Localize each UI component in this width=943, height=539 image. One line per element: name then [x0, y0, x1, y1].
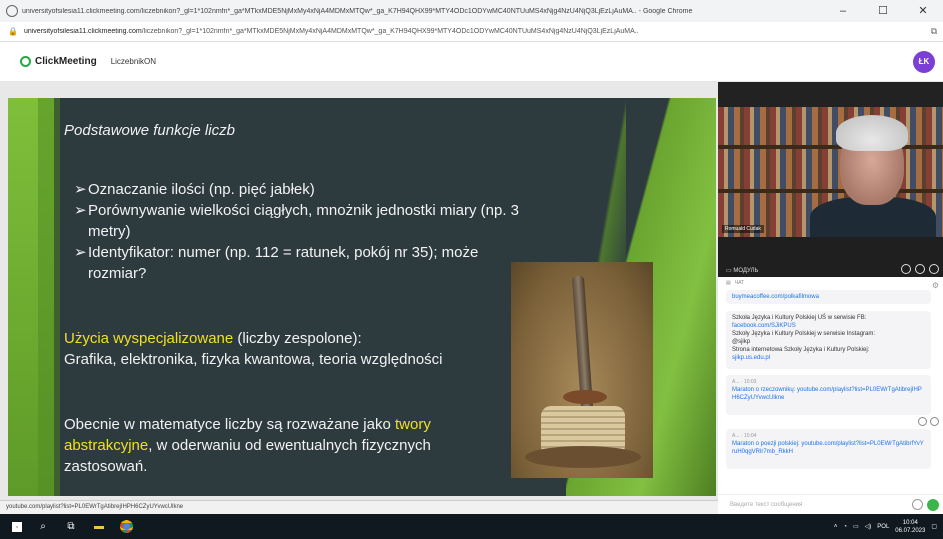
lock-icon: 🔒: [8, 27, 18, 36]
send-button[interactable]: [927, 499, 939, 511]
chat-settings-icon[interactable]: ⚙: [932, 279, 939, 292]
video-topbar: [718, 82, 943, 107]
presentation-slide: Podstawowe funkcje liczb ➢ Oznaczanie ilo…: [8, 98, 716, 496]
shelf-line: [718, 145, 943, 149]
slide-title: Podstawowe funkcje liczb: [64, 122, 235, 139]
chat-message: Szkoła Języka i Kultury Polskiej UŚ w se…: [726, 311, 931, 369]
chat-message: buymeacoffee.com/polkafilmowa: [726, 290, 931, 304]
chat-bubble-icon[interactable]: [901, 264, 911, 274]
chat-link[interactable]: Maraton o poezji polskiej: youtube.com/p…: [732, 440, 925, 456]
chrome-page-icon: [6, 5, 18, 17]
volume-icon[interactable]: ◁): [865, 523, 872, 530]
clock[interactable]: 10:04 06.07.2023: [895, 519, 925, 535]
special-line2-text: Grafika, elektronika, fizyka kwantowa, t…: [64, 351, 443, 368]
windows-taskbar: ⌕ ⧉ ▬ ˄ ◔ ▭ ◁) POL 10:04 06.07.2023 ▢: [0, 514, 943, 539]
browser-titlebar: universityofsilesia11.clickmeeting.com/l…: [0, 0, 943, 22]
video-icons: [901, 264, 939, 274]
chat-message: A... · 10:04 Maraton o poezji polskiej: …: [726, 429, 931, 469]
tray-chevron-icon[interactable]: ˄: [834, 524, 838, 530]
chat-meta: A... · 10:03: [732, 379, 757, 385]
chat-link[interactable]: buymeacoffee.com/polkafilmowa: [732, 294, 819, 300]
file-explorer-icon[interactable]: ▬: [92, 521, 106, 533]
language-indicator[interactable]: POL: [877, 524, 889, 530]
emoji-icon[interactable]: [912, 499, 923, 510]
module-button[interactable]: ▭ МОДУЛЬ: [726, 267, 759, 274]
search-icon[interactable]: ⌕: [36, 521, 50, 533]
photo-plate: [525, 446, 641, 468]
chat-text: Strona internetowa Szkoły Języka i Kultu…: [732, 347, 870, 353]
bullet-arrow-icon: ➢: [74, 244, 87, 261]
chat-meta: A... · 10:04: [732, 433, 757, 439]
highlight-text: Użycia wyspecjalizowane: [64, 330, 234, 347]
notifications-icon[interactable]: ▢: [931, 523, 937, 530]
bullet-text: Identyfikator: numer (np. 112 = ratunek,…: [88, 244, 479, 282]
chat-title: ЧАТ: [734, 280, 745, 286]
minimize-button[interactable]: –: [823, 0, 863, 22]
room-name: LiczebnikON: [110, 57, 157, 66]
windows-start-icon[interactable]: [12, 521, 22, 532]
chat-header: ▤ ЧАТ ⚙: [718, 277, 943, 290]
bullet-arrow-icon: ➢: [74, 202, 87, 219]
clock-date: 06.07.2023: [895, 527, 926, 534]
chat-text: @sjikp: [732, 339, 751, 345]
slide-bullet: ➢ Oznaczanie ilości (np. pięć jabłek): [74, 179, 534, 200]
clickmeeting-logo-icon: [20, 56, 31, 67]
slide-bullet: ➢ Porównywanie wielkości ciągłych, mnożni…: [74, 200, 534, 242]
fullscreen-icon[interactable]: [929, 264, 939, 274]
slide-bullet: ➢ Identyfikator: numer (np. 112 = ratunek…: [74, 242, 534, 284]
share-icon[interactable]: ⧉: [925, 26, 943, 37]
shelf-line: [718, 189, 943, 193]
chat-input-placeholder: Введите текст сообщения: [730, 502, 803, 508]
maximize-button[interactable]: ☐: [863, 0, 903, 22]
special-rest-text: (liczby zespolone):: [233, 330, 362, 347]
video-controls: ▭ МОДУЛЬ: [718, 237, 943, 277]
chat-panel: ▤ ЧАТ ⚙ buymeacoffee.com/polkafilmowa Sz…: [718, 277, 943, 514]
battery-icon[interactable]: ▭: [853, 523, 859, 530]
clickmeeting-header: ClickMeeting LiczebnikON ŁK: [0, 42, 943, 82]
clock-time: 10:04: [902, 519, 918, 526]
presenter-name: Romuald Cudak: [722, 225, 764, 233]
clickmeeting-logo: ClickMeeting: [20, 56, 97, 67]
presentation-stage: Podstawowe funkcje liczb ➢ Oznaczanie ilo…: [0, 82, 718, 500]
chat-link[interactable]: sjikp.us.edu.pl: [732, 354, 925, 362]
close-button[interactable]: ✕: [903, 0, 943, 22]
user-avatar[interactable]: ŁK: [913, 51, 935, 73]
presenter-video[interactable]: Romuald Cudak: [718, 107, 943, 237]
photo-ring: [563, 390, 607, 404]
message-actions: [918, 417, 939, 426]
window-controls: – ☐ ✕: [823, 0, 943, 22]
task-view-icon[interactable]: ⧉: [64, 521, 78, 533]
url-text[interactable]: universityofsilesia11.clickmeeting.com/l…: [24, 28, 925, 35]
chat-text: Szkoły Języka i Kultury Polskiej w serwi…: [732, 331, 876, 337]
slide-bullet-list: ➢ Oznaczanie ilości (np. pięć jabłek) ➢ Po…: [74, 179, 534, 284]
right-panel: Romuald Cudak ▭ МОДУЛЬ ▤ ЧАТ ⚙ buymeacof…: [718, 82, 943, 514]
chrome-taskbar-icon[interactable]: [120, 520, 133, 533]
network-icon[interactable]: ◔: [843, 524, 847, 530]
copy-icon[interactable]: [930, 417, 939, 426]
bullet-text: Oznaczanie ilości (np. pięć jabłek): [88, 181, 315, 198]
settings-icon[interactable]: [915, 264, 925, 274]
chat-input[interactable]: Введите текст сообщения: [718, 494, 943, 514]
chat-text: Szkoła Języka i Kultury Polskiej UŚ w se…: [732, 315, 867, 321]
slide-special-uses: Użycia wyspecjalizowane (liczby zespolon…: [64, 328, 524, 370]
address-bar[interactable]: 🔒 universityofsilesia11.clickmeeting.com…: [0, 22, 943, 42]
link-status-bar: youtube.com/playlist?list=PL0EWrTgAtibre…: [0, 500, 718, 514]
slide-photo-tally-stick: [511, 262, 653, 478]
chat-link[interactable]: Maraton o rzeczownikų: youtube.com/playl…: [732, 386, 925, 402]
bullet-arrow-icon: ➢: [74, 181, 87, 198]
bullet-text: Porównywanie wielkości ciągłych, mnożnik…: [88, 202, 520, 240]
slide-decor-left-stripe: [38, 98, 60, 496]
modern-pre-text: Obecnie w matematyce liczby są rozważane…: [64, 416, 395, 433]
chat-message: A... · 10:03 Maraton o rzeczownikų: yout…: [726, 375, 931, 415]
chat-link[interactable]: facebook.com/SJiKPUS: [732, 322, 925, 330]
system-tray: ˄ ◔ ▭ ◁) POL 10:04 06.07.2023 ▢: [834, 514, 937, 539]
presenter-hair: [836, 115, 908, 151]
slide-modern-note: Obecnie w matematyce liczby są rozważane…: [64, 414, 484, 477]
chat-icon: ▤: [726, 280, 731, 286]
reply-icon[interactable]: [918, 417, 927, 426]
window-title: universityofsilesia11.clickmeeting.com/l…: [22, 7, 693, 15]
module-label: МОДУЛЬ: [733, 268, 759, 274]
